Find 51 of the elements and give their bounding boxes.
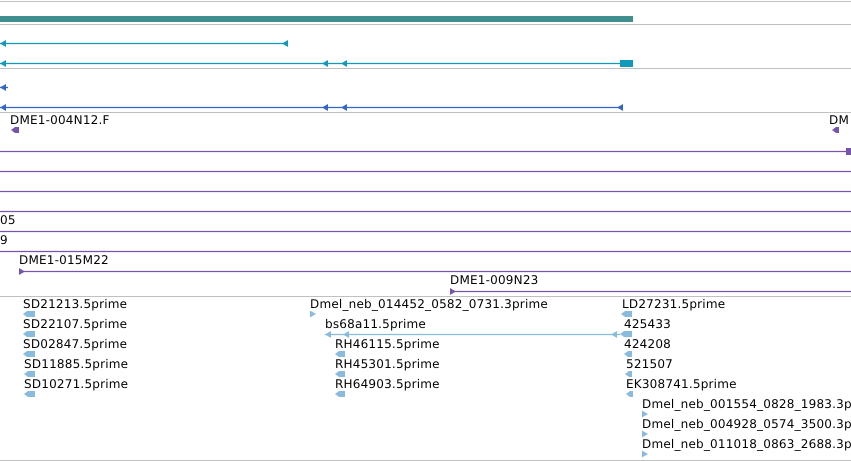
est-label: SD22107.5prime [23,317,128,331]
est-glyph[interactable] [23,331,35,337]
est-label: 424208 [624,337,672,351]
est-label: Dmel_neb_011018_0863_2688.3p [642,437,851,451]
est-label: Dmel_neb_004928_0574_3500.3p [642,417,851,431]
est-label: Dmel_neb_014452_0582_0731.3prime [310,297,548,311]
clone-label: DME1-015M22 [19,253,109,267]
est-glyph[interactable] [642,410,648,418]
est-label: RH45301.5prime [335,357,440,371]
est-glyph[interactable] [335,371,345,377]
est-glyph[interactable] [624,351,632,357]
transcript-glyph[interactable] [0,60,633,67]
clone-glyph[interactable] [832,127,839,133]
est-glyph[interactable] [642,430,648,438]
clone-label: 9 [0,233,8,247]
clone-glyph[interactable] [450,288,851,295]
est-label: LD27231.5prime [622,297,726,311]
est-glyph[interactable] [335,391,345,397]
clone-label: DM [829,113,849,127]
transcript-glyph[interactable] [0,84,8,91]
est-label: Dmel_neb_001554_0828_1983.3p [642,397,851,411]
clone-glyph[interactable] [19,268,851,275]
est-glyph[interactable] [23,311,35,317]
est-label: RH64903.5prime [335,377,440,391]
est-glyph[interactable] [620,331,632,337]
transcript-glyph[interactable] [0,40,288,47]
est-glyph[interactable] [23,351,35,357]
clone-glyph[interactable] [11,127,19,133]
est-glyph[interactable] [24,371,35,377]
est-glyph[interactable] [335,351,345,357]
transcript-glyph[interactable] [0,104,623,111]
clone-label: DME1-009N23 [450,273,538,287]
est-label: EK308741.5prime [626,377,737,391]
est-label: 425433 [624,317,672,331]
est-glyph[interactable] [24,391,35,397]
est-label: SD21213.5prime [23,297,128,311]
est-label: SD10271.5prime [24,377,128,391]
clone-glyph[interactable] [0,148,851,155]
est-glyph[interactable] [626,391,633,397]
est-label: SD11885.5prime [24,357,128,371]
est-glyph[interactable] [310,310,316,318]
est-glyph[interactable] [325,331,620,338]
clone-label: 05 [0,213,16,227]
est-glyph[interactable] [625,371,632,377]
est-label: RH46115.5prime [335,337,440,351]
est-label: 521507 [626,357,674,371]
est-glyph[interactable] [621,311,632,317]
est-label: bs68a11.5prime [325,317,426,331]
est-label: SD02847.5prime [23,337,128,351]
clone-label: DME1-004N12.F [10,113,110,127]
est-glyph[interactable] [642,450,648,458]
